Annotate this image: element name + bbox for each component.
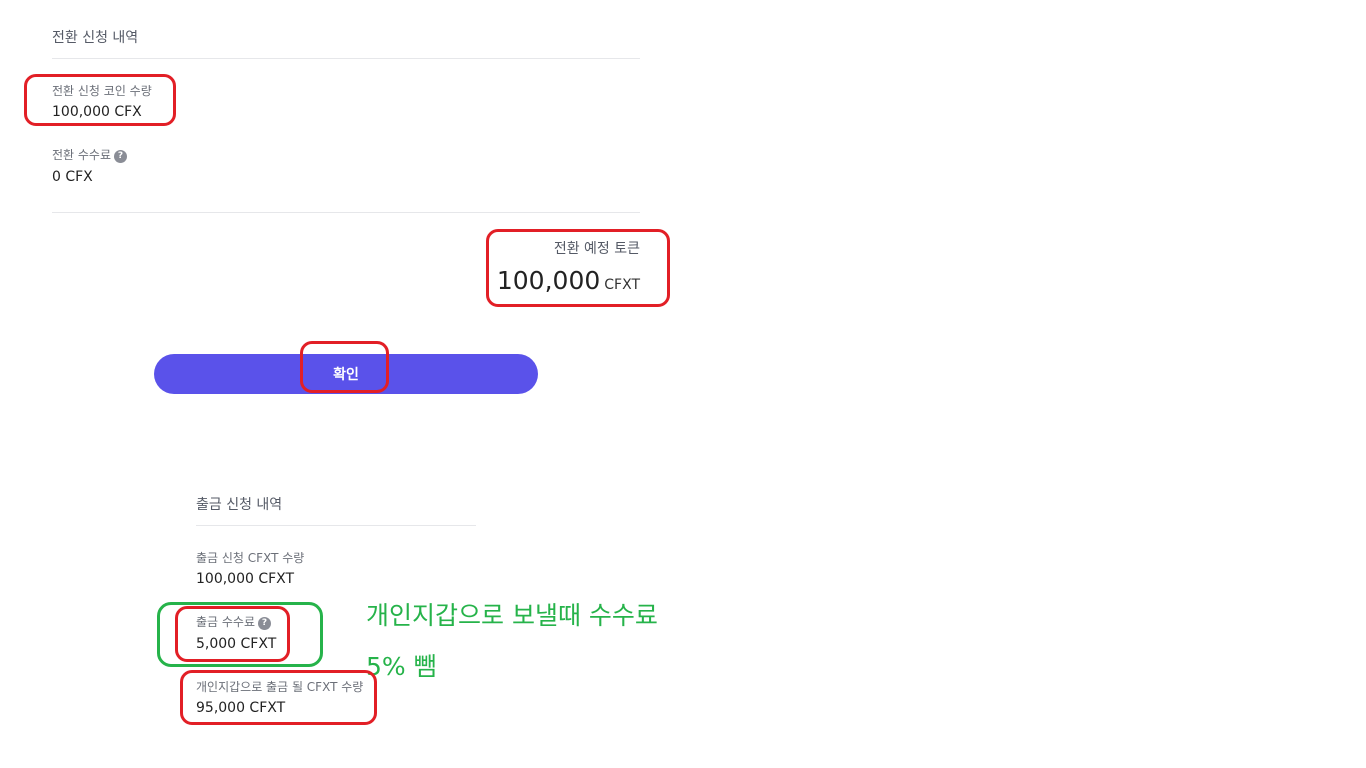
withdrawal-title-divider <box>196 525 476 526</box>
annotation-note-line1: 개인지갑으로 보낼때 수수료 <box>366 601 658 630</box>
conversion-fee-label-row: 전환 수수료? <box>52 146 128 163</box>
question-circle-icon[interactable]: ? <box>114 150 128 163</box>
highlight-expected-token <box>486 229 670 307</box>
highlight-confirm-button <box>300 341 389 393</box>
withdrawal-section-title: 출금 신청 내역 <box>196 497 283 513</box>
annotation-note-line2: 5% 뺌 <box>366 652 437 681</box>
conversion-summary-divider <box>52 212 640 213</box>
highlight-coin-amount <box>24 74 176 126</box>
withdrawal-request-amount-value: 100,000 CFXT <box>196 571 295 587</box>
withdrawal-request-amount-label: 출금 신청 CFXT 수량 <box>196 551 305 565</box>
highlight-net-amount <box>180 670 377 725</box>
conversion-fee-label: 전환 수수료 <box>52 148 112 162</box>
page: 전환 신청 내역 전환 신청 코인 수량 100,000 CFX 전환 수수료?… <box>0 0 1366 768</box>
conversion-title-divider <box>52 58 640 59</box>
conversion-section-title: 전환 신청 내역 <box>52 30 139 46</box>
highlight-withdrawal-fee <box>175 606 290 662</box>
conversion-fee-value: 0 CFX <box>52 169 93 185</box>
